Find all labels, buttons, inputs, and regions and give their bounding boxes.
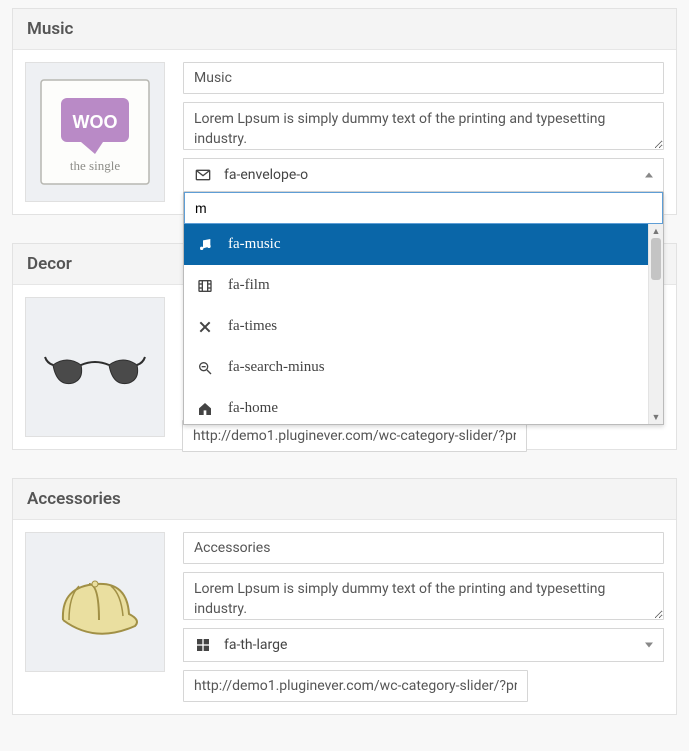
sunglasses-image <box>35 307 155 427</box>
category-panel-accessories: Accessories Lorem Lpsum is simply dummy … <box>12 478 677 715</box>
panel-title: Music <box>13 9 676 50</box>
category-panel-music: Music WOO the single Lorem Lpsum is simp… <box>12 8 677 215</box>
panel-title: Accessories <box>13 479 676 520</box>
chevron-up-icon <box>645 173 653 178</box>
icon-picker-wrapper: fa-envelope-o fa-music <box>183 158 664 192</box>
icon-picker[interactable]: fa-envelope-o <box>183 158 664 192</box>
svg-text:WOO: WOO <box>73 112 118 132</box>
icon-option-fa-music[interactable]: fa-music <box>184 224 648 265</box>
icon-picker-dropdown: fa-music fa-film <box>183 192 664 425</box>
panel-body: Lorem Lpsum is simply dummy text of the … <box>13 520 676 714</box>
category-image[interactable] <box>25 297 165 437</box>
icon-option-fa-film[interactable]: fa-film <box>184 265 648 306</box>
woo-image: WOO the single <box>35 72 155 192</box>
dropdown-scrollbar[interactable]: ▲ ▼ <box>648 224 663 424</box>
film-icon <box>196 278 214 294</box>
cap-image <box>35 542 155 662</box>
description-input[interactable]: Lorem Lpsum is simply dummy text of the … <box>183 572 664 620</box>
icon-option-label: fa-film <box>228 277 270 294</box>
svg-text:the single: the single <box>70 158 120 173</box>
icon-option-fa-times[interactable]: fa-times <box>184 306 648 347</box>
th-large-icon <box>194 637 212 653</box>
icon-option-label: fa-search-minus <box>228 359 325 376</box>
icon-search-input[interactable] <box>184 192 663 224</box>
category-image[interactable]: WOO the single <box>25 62 165 202</box>
category-image[interactable] <box>25 532 165 672</box>
icon-option-label: fa-music <box>228 236 280 253</box>
icon-picker-label: fa-envelope-o <box>224 167 308 183</box>
icon-picker[interactable]: fa-th-large <box>183 628 664 662</box>
description-input[interactable]: Lorem Lpsum is simply dummy text of the … <box>183 102 664 150</box>
music-icon <box>196 237 214 253</box>
icon-picker-label: fa-th-large <box>224 637 287 653</box>
panel-fields: Lorem Lpsum is simply dummy text of the … <box>183 62 664 202</box>
icon-option-fa-search-minus[interactable]: fa-search-minus <box>184 347 648 388</box>
chevron-down-icon <box>645 643 653 648</box>
scroll-down-icon: ▼ <box>649 410 663 424</box>
scroll-thumb[interactable] <box>651 238 661 280</box>
icon-option-list: fa-music fa-film <box>184 224 648 424</box>
name-input[interactable] <box>183 532 664 564</box>
home-icon <box>196 401 214 417</box>
icon-option-label: fa-home <box>228 400 278 417</box>
icon-option-fa-home[interactable]: fa-home <box>184 388 648 424</box>
envelope-icon <box>194 167 212 183</box>
url-input[interactable] <box>183 670 528 702</box>
panel-body: WOO the single Lorem Lpsum is simply dum… <box>13 50 676 214</box>
icon-option-label: fa-times <box>228 318 277 335</box>
panel-fields: Lorem Lpsum is simply dummy text of the … <box>183 532 664 702</box>
name-input[interactable] <box>183 62 664 94</box>
scroll-up-icon: ▲ <box>649 224 663 238</box>
search-minus-icon <box>196 360 214 376</box>
times-icon <box>196 319 214 335</box>
